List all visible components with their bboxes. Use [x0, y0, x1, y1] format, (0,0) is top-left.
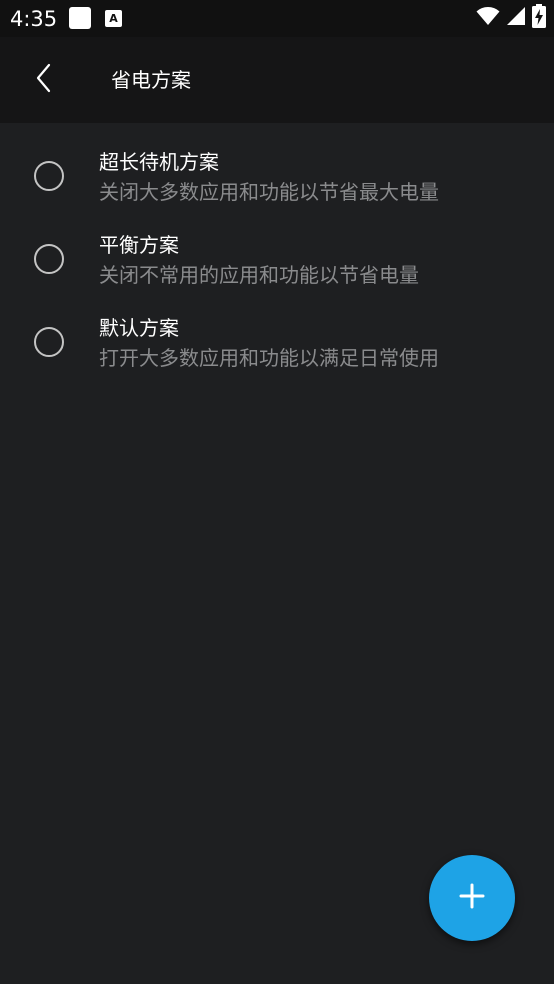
radio-button[interactable] [34, 161, 64, 191]
plan-subtitle: 关闭不常用的应用和功能以节省电量 [99, 263, 419, 287]
plan-title: 默认方案 [99, 316, 179, 340]
status-bar: 4:35 A [0, 0, 554, 37]
add-plan-button[interactable] [429, 855, 515, 941]
plan-title: 平衡方案 [99, 233, 179, 257]
back-button[interactable] [20, 55, 68, 105]
plan-title: 超长待机方案 [99, 150, 219, 174]
wifi-icon [476, 6, 500, 30]
plan-subtitle: 关闭大多数应用和功能以节省最大电量 [99, 180, 439, 204]
status-time: 4:35 [10, 7, 58, 31]
battery-charging-icon [532, 4, 546, 32]
plan-item-balanced[interactable]: 平衡方案 关闭不常用的应用和功能以节省电量 [0, 206, 554, 289]
notification-square-icon [69, 7, 91, 29]
radio-button[interactable] [34, 327, 64, 357]
plan-item-ultra-standby[interactable]: 超长待机方案 关闭大多数应用和功能以节省最大电量 [0, 123, 554, 206]
plan-item-default[interactable]: 默认方案 打开大多数应用和功能以满足日常使用 [0, 289, 554, 372]
page-title: 省电方案 [111, 68, 191, 92]
status-icons [476, 4, 546, 32]
cell-signal-icon [506, 6, 526, 30]
toolbar: 省电方案 [0, 37, 554, 123]
plus-icon [459, 883, 485, 913]
radio-button[interactable] [34, 244, 64, 274]
chevron-left-icon [34, 63, 54, 97]
plan-subtitle: 打开大多数应用和功能以满足日常使用 [99, 346, 439, 370]
plan-list: 超长待机方案 关闭大多数应用和功能以节省最大电量 平衡方案 关闭不常用的应用和功… [0, 123, 554, 372]
a-notification-icon: A [105, 10, 122, 27]
screen: 4:35 A 省电方案 超长待机方案 关闭大多数应用和功能以节省最大电量 平衡方… [0, 0, 554, 984]
